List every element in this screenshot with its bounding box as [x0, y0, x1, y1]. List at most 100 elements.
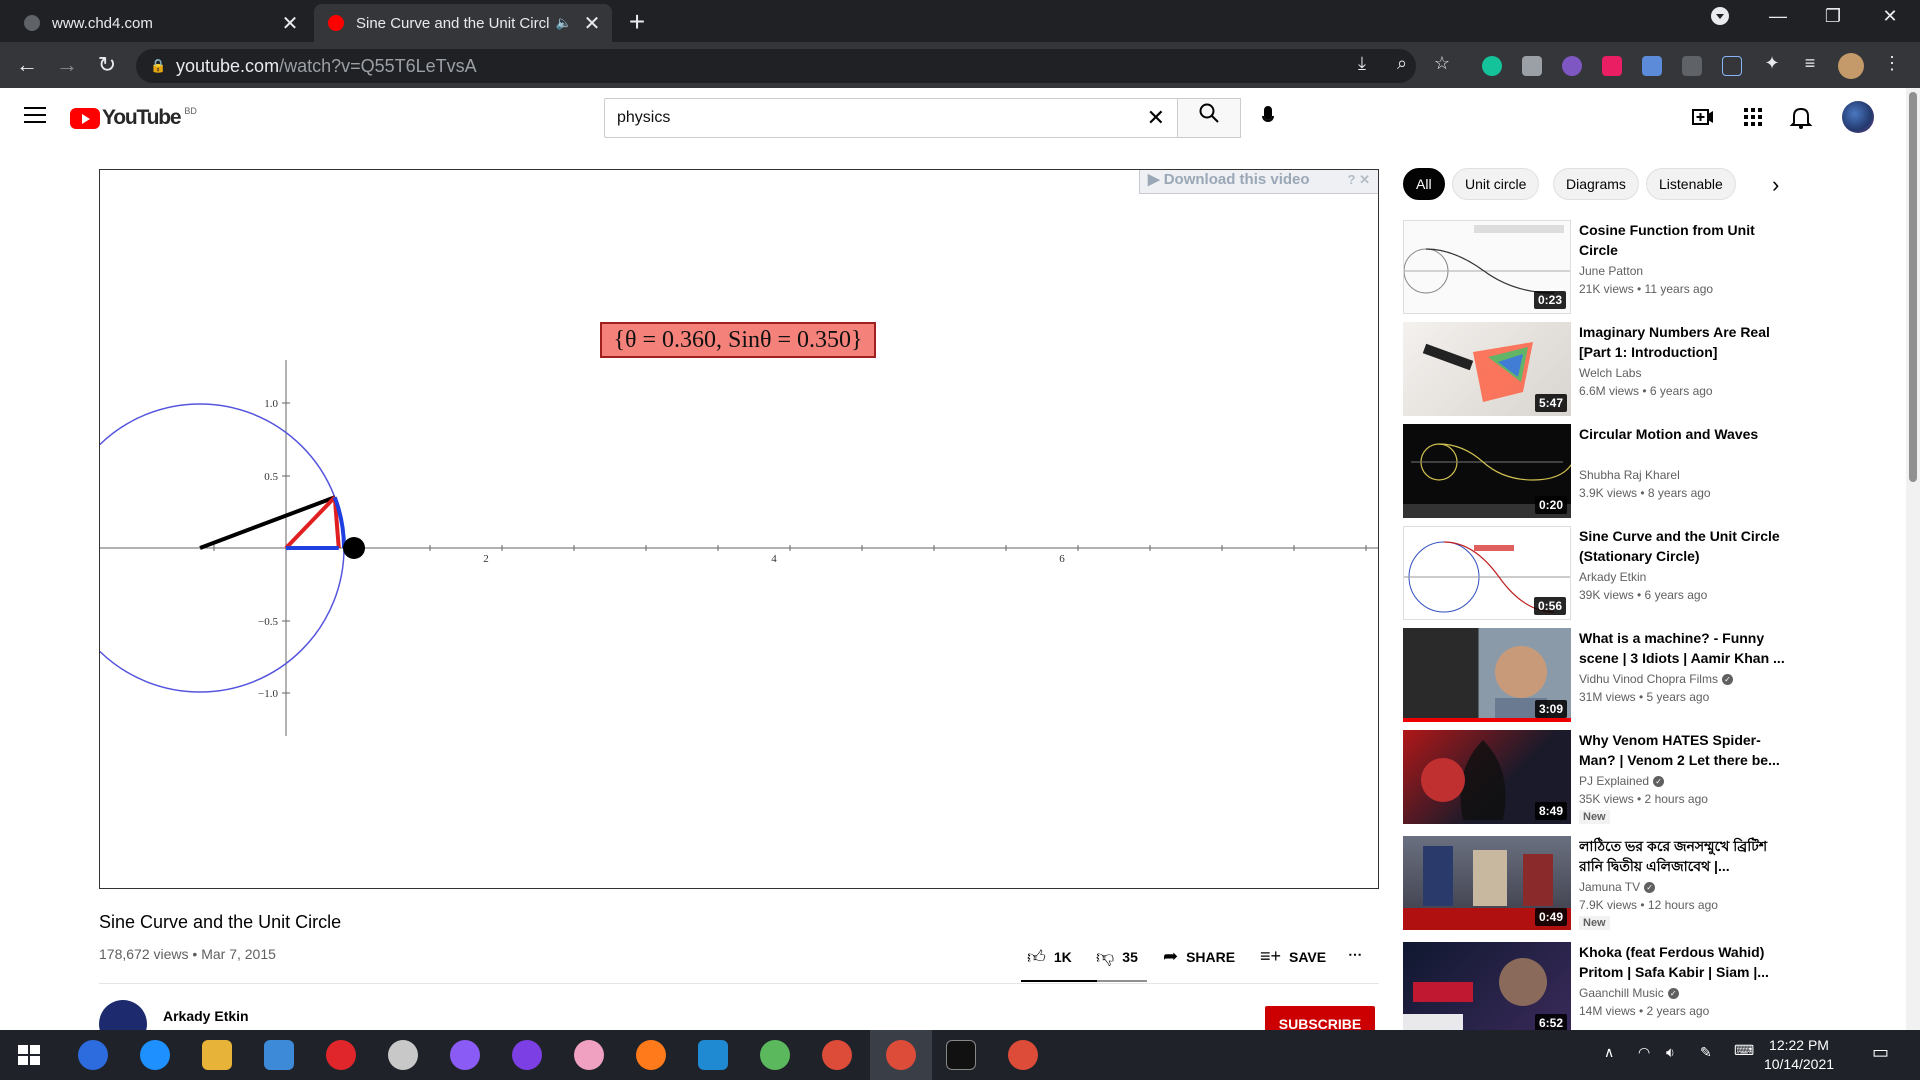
video-thumbnail[interactable]: 0:56	[1403, 526, 1571, 620]
profile-avatar-icon[interactable]	[1838, 53, 1864, 79]
video-thumbnail[interactable]: 5:47	[1403, 322, 1571, 416]
windows-start-icon[interactable]	[14, 1040, 44, 1070]
channel-name[interactable]: Gaanchill Music ✓	[1579, 986, 1679, 1000]
vscode-icon[interactable]	[698, 1040, 728, 1070]
maximize-button[interactable]: ❐	[1813, 6, 1853, 27]
file-explorer-icon[interactable]	[202, 1040, 232, 1070]
camera-extension-icon[interactable]	[1522, 56, 1542, 76]
app-icon[interactable]	[574, 1040, 604, 1070]
wifi-icon[interactable]: ◠	[1638, 1044, 1650, 1061]
channel-name[interactable]: PJ Explained ✓	[1579, 774, 1665, 788]
mail-icon[interactable]	[264, 1040, 294, 1070]
recommendation-item[interactable]: 0:49 লাঠিতে ভর করে জনসম্মুখে ব্রিটিশ রান…	[1403, 836, 1873, 930]
recommendation-item[interactable]: 5:47 Imaginary Numbers Are Real [Part 1:…	[1403, 322, 1873, 416]
video-thumbnail[interactable]: 8:49	[1403, 730, 1571, 824]
video-title[interactable]: Circular Motion and Waves	[1579, 424, 1785, 444]
chrome-icon[interactable]	[822, 1040, 852, 1070]
color-extension-icon[interactable]	[1562, 56, 1582, 76]
downloader-extension-icon[interactable]	[1642, 56, 1662, 76]
chrome-icon[interactable]	[886, 1040, 916, 1070]
forward-button[interactable]: →	[52, 52, 82, 78]
video-title[interactable]: Cosine Function from Unit Circle	[1579, 220, 1785, 260]
firefox-icon[interactable]	[636, 1040, 666, 1070]
channel-name[interactable]: Arkady Etkin	[1579, 570, 1646, 584]
recommendation-item[interactable]: 0:23 Cosine Function from Unit Circle Ju…	[1403, 220, 1873, 314]
video-thumbnail[interactable]: 3:09	[1403, 628, 1571, 722]
chip-diagrams[interactable]: Diagrams	[1553, 168, 1639, 200]
globe-app-icon[interactable]	[760, 1040, 790, 1070]
channel-name[interactable]: Jamuna TV ✓	[1579, 880, 1656, 894]
share-button[interactable]: ➦ SHARE	[1163, 946, 1235, 967]
more-actions-button[interactable]: ⋯	[1348, 946, 1362, 963]
apps-grid-icon[interactable]	[1740, 104, 1766, 130]
install-app-icon[interactable]: ⤓	[1350, 53, 1374, 74]
taskbar-clock[interactable]: 12:22 PM 10/14/2021	[1752, 1036, 1846, 1074]
tab-search-icon[interactable]	[1700, 6, 1740, 31]
channel-name[interactable]: Shubha Raj Kharel	[1579, 468, 1680, 482]
extensions-puzzle-icon[interactable]: ✦	[1760, 53, 1784, 74]
github-desktop-icon[interactable]	[512, 1040, 542, 1070]
notifications-bell-icon[interactable]	[1788, 104, 1814, 130]
recommendation-item[interactable]: 6:52 Khoka (feat Ferdous Wahid) Pritom |…	[1403, 942, 1873, 1036]
screen-extension-icon[interactable]	[1682, 56, 1702, 76]
create-video-icon[interactable]	[1690, 104, 1716, 130]
chevron-right-icon[interactable]: ›	[1772, 172, 1779, 198]
channel-name[interactable]: June Patton	[1579, 264, 1643, 278]
video-thumbnail[interactable]: 0:20	[1403, 424, 1571, 518]
video-thumbnail[interactable]: 6:52	[1403, 942, 1571, 1036]
like-button[interactable]: 👍︎ 1K	[1027, 946, 1072, 968]
download-video-bar[interactable]: ▶ Download this video ? ✕	[1139, 170, 1378, 194]
recommendation-item[interactable]: 0:20 Circular Motion and Waves Shubha Ra…	[1403, 424, 1873, 518]
search-input[interactable]: physics ✕	[604, 98, 1178, 138]
recommendation-item[interactable]: 3:09 What is a machine? - Funny scene | …	[1403, 628, 1873, 722]
edge-legacy-icon[interactable]	[140, 1040, 170, 1070]
close-tab-icon[interactable]: ✕	[278, 11, 302, 36]
hamburger-menu-icon[interactable]	[24, 107, 46, 128]
bookmark-star-icon[interactable]: ☆	[1430, 53, 1454, 74]
video-title[interactable]: Sine Curve and the Unit Circle (Stationa…	[1579, 526, 1785, 566]
video-title[interactable]: Khoka (feat Ferdous Wahid) Pritom | Safa…	[1579, 942, 1785, 982]
clear-search-icon[interactable]: ✕	[1147, 99, 1165, 137]
close-tab-icon[interactable]: ✕	[580, 11, 604, 36]
pen-extension-icon[interactable]	[1722, 56, 1742, 76]
youtube-logo[interactable]: YouTube BD	[70, 106, 197, 130]
voice-search-icon[interactable]	[1255, 104, 1281, 130]
media-queue-icon[interactable]: ≡	[1798, 53, 1822, 74]
reload-button[interactable]: ↻	[92, 52, 122, 78]
chrome-menu-icon[interactable]: ⋮	[1880, 53, 1904, 74]
address-bar[interactable]: 🔒 youtube.com/watch?v=Q55T6LeTvsA	[136, 49, 1416, 83]
dislike-button[interactable]: 👎︎ 35	[1096, 946, 1138, 968]
chip-listenable[interactable]: Listenable	[1646, 168, 1736, 200]
tab-youtube-video[interactable]: Sine Curve and the Unit Circl 🔈 ✕	[314, 4, 612, 42]
back-button[interactable]: ←	[12, 52, 42, 78]
scrollbar-thumb[interactable]	[1909, 92, 1917, 482]
video-thumbnail[interactable]: 0:23	[1403, 220, 1571, 314]
close-download-bar-icon[interactable]: ? ✕	[1348, 170, 1370, 191]
channel-name[interactable]: Welch Labs	[1579, 366, 1641, 380]
chip-unit-circle[interactable]: Unit circle	[1452, 168, 1540, 200]
messenger-icon[interactable]	[450, 1040, 480, 1070]
video-title[interactable]: What is a machine? - Funny scene | 3 Idi…	[1579, 628, 1785, 668]
tab-chd4[interactable]: www.chd4.com ✕	[10, 4, 310, 42]
speaker-mute-icon[interactable]: 🔈	[556, 15, 572, 31]
video-player[interactable]: 2 4 6 1.0 0.5 −0.5 −1.0 ▶ Download this …	[99, 169, 1379, 889]
close-window-button[interactable]: ✕	[1870, 6, 1910, 27]
page-scrollbar[interactable]	[1906, 88, 1920, 1030]
save-button[interactable]: ≡+ SAVE	[1260, 946, 1326, 967]
search-button[interactable]	[1177, 98, 1241, 138]
recommendation-item[interactable]: 8:49 Why Venom HATES Spider-Man? | Venom…	[1403, 730, 1873, 824]
chip-all[interactable]: All	[1403, 168, 1445, 200]
qbittorrent-icon[interactable]	[78, 1040, 108, 1070]
channel-name[interactable]: Arkady Etkin	[163, 1008, 249, 1024]
minimize-button[interactable]: —	[1758, 6, 1798, 27]
notification-center-icon[interactable]: ▭	[1872, 1042, 1889, 1063]
grammarly-extension-icon[interactable]	[1482, 56, 1502, 76]
terminal-icon[interactable]	[946, 1040, 976, 1070]
opera-icon[interactable]	[326, 1040, 356, 1070]
video-title[interactable]: Imaginary Numbers Are Real [Part 1: Intr…	[1579, 322, 1785, 362]
new-tab-button[interactable]: +	[622, 6, 652, 38]
video-thumbnail[interactable]: 0:49	[1403, 836, 1571, 930]
pen-icon[interactable]: ✎	[1700, 1044, 1712, 1061]
recommendation-item[interactable]: 0:56 Sine Curve and the Unit Circle (Sta…	[1403, 526, 1873, 620]
show-hidden-icons-chevron-icon[interactable]: ∧	[1604, 1044, 1614, 1061]
